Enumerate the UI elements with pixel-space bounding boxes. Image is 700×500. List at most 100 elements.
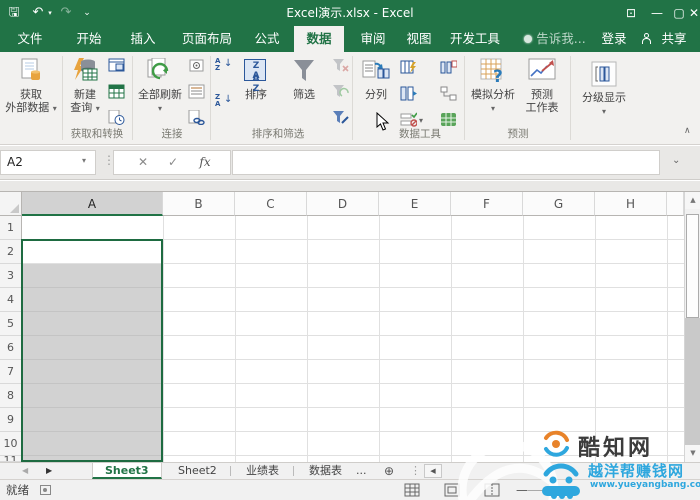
column-header-a[interactable]: A (22, 192, 163, 216)
reapply-filter-icon[interactable] (332, 84, 349, 99)
new-sheet-icon[interactable]: ⊕ (384, 463, 394, 479)
what-if-analysis-label: 模拟分析 (471, 88, 515, 101)
relationships-icon[interactable] (440, 86, 457, 101)
row-header-1[interactable]: 1 (0, 216, 22, 240)
sort-button[interactable]: Z A A Z 排序 (236, 55, 276, 133)
sheet-tabs-more[interactable]: ... (352, 463, 371, 479)
window-title: Excel演示.xlsx - Excel (286, 6, 414, 20)
what-if-analysis-button[interactable]: ? 模拟分析 ▾ (468, 55, 518, 133)
zoom-out-icon[interactable]: — (516, 480, 528, 500)
recent-sources-icon[interactable] (108, 110, 125, 125)
sheet-tab-yejibiao[interactable]: 业绩表 (234, 463, 291, 479)
tab-view[interactable]: 视图 (396, 26, 442, 52)
select-all-button[interactable] (0, 192, 22, 216)
insert-function-icon[interactable]: fx (190, 151, 220, 174)
from-table-icon[interactable] (108, 84, 125, 99)
page-layout-view-icon[interactable] (444, 483, 460, 497)
maximize-icon[interactable]: ▢ (668, 0, 690, 26)
tab-developer[interactable]: 开发工具 (442, 26, 508, 52)
connection-properties-icon[interactable] (188, 58, 205, 73)
tab-home[interactable]: 开始 (66, 26, 112, 52)
row-header-3[interactable]: 3 (0, 264, 22, 288)
clear-filter-icon[interactable] (332, 58, 349, 73)
refresh-all-button[interactable]: 全部刷新 ▾ (136, 55, 184, 133)
forecast-sheet-button[interactable]: 预测 工作表 (520, 55, 564, 133)
data-validation-button[interactable]: ▾ (400, 112, 424, 127)
row-header-8[interactable]: 8 (0, 384, 22, 408)
page-break-view-icon[interactable] (484, 483, 500, 497)
scrollbar-thumb[interactable] (686, 214, 699, 318)
formula-input[interactable] (232, 150, 660, 175)
scroll-up-icon[interactable]: ▲ (685, 192, 700, 209)
row-header-10[interactable]: 10 (0, 432, 22, 456)
active-selection-border[interactable] (21, 239, 163, 462)
row-header-5[interactable]: 5 (0, 312, 22, 336)
sheet-nav-left-icon[interactable]: ◀ (22, 463, 28, 479)
row-header-2[interactable]: 2 (0, 240, 22, 264)
scrollbar-track[interactable] (685, 318, 700, 445)
sheetbar-splitter-icon[interactable]: ⋮ (410, 464, 421, 477)
row-header-7[interactable]: 7 (0, 360, 22, 384)
edit-links-icon[interactable] (188, 110, 205, 125)
collapse-ribbon-icon[interactable]: ∧ (684, 126, 691, 136)
workbook-connections-icon[interactable] (188, 84, 205, 99)
column-header-d[interactable]: D (307, 192, 379, 216)
column-header-f[interactable]: F (451, 192, 523, 216)
forecast-sheet-label-1: 预测 (531, 88, 553, 101)
row-header-4[interactable]: 4 (0, 288, 22, 312)
cancel-entry-icon[interactable]: ✕ (128, 151, 158, 174)
sheet-tab-sheet2[interactable]: Sheet2 (166, 463, 229, 479)
outline-dropdown-icon: ▾ (601, 107, 606, 116)
vertical-scrollbar[interactable]: ▲ ▼ (684, 192, 700, 462)
close-icon[interactable]: ✕ (688, 0, 700, 26)
column-header-h[interactable]: H (595, 192, 667, 216)
column-header-b[interactable]: B (163, 192, 235, 216)
sheet-tab-sheet3[interactable]: Sheet3 (92, 463, 162, 479)
filter-button[interactable]: 筛选 (282, 55, 326, 133)
consolidate-icon[interactable] (440, 60, 457, 75)
row-header-9[interactable]: 9 (0, 408, 22, 432)
name-box-dropdown-icon[interactable]: ▾ (82, 156, 86, 165)
column-header-e[interactable]: E (379, 192, 451, 216)
outline-group-button[interactable]: 分级显示 ▾ (576, 55, 632, 133)
tab-data[interactable]: 数据 (294, 26, 344, 52)
cell-a1[interactable]: 只能录入日期 (22, 216, 163, 240)
tab-file[interactable]: 文件 (8, 26, 52, 52)
share-button[interactable]: 共享 (654, 26, 694, 52)
row-header-6[interactable]: 6 (0, 336, 22, 360)
remove-duplicates-icon[interactable] (400, 86, 417, 101)
new-query-button[interactable]: 新建 查询 ▾ (65, 55, 105, 133)
tab-page-layout[interactable]: 页面布局 (174, 26, 240, 52)
ribbon-display-options-icon[interactable]: ⊡ (620, 0, 642, 26)
sort-ascending-icon[interactable]: A Z ↓ (215, 58, 233, 88)
hscroll-left-icon[interactable]: ◀ (424, 464, 442, 478)
column-header-g[interactable]: G (523, 192, 595, 216)
tab-formulas[interactable]: 公式 (244, 26, 290, 52)
flash-fill-icon[interactable] (400, 60, 417, 75)
sign-in-link[interactable]: 登录 (596, 26, 632, 52)
sheet-nav-right-icon[interactable]: ▶ (46, 463, 52, 479)
minimize-icon[interactable]: — (646, 0, 668, 26)
group-label-connections: 连接 (161, 128, 183, 140)
sort-descending-icon[interactable]: Z A ↓ (215, 94, 233, 124)
expand-formula-bar-icon[interactable]: ⌄ (672, 155, 680, 166)
get-external-data-button[interactable]: 获取 外部数据 ▾ (2, 55, 60, 133)
tab-review[interactable]: 审阅 (350, 26, 396, 52)
mouse-cursor (376, 112, 390, 131)
sort-icon: Z A A Z (243, 58, 269, 94)
sheet-tab-shujubiao[interactable]: 数据表 (297, 463, 354, 479)
what-if-analysis-icon: ? (480, 58, 503, 84)
manage-data-model-icon[interactable] (440, 112, 457, 127)
tab-tell-me[interactable]: 告诉我... (534, 26, 588, 52)
sort-icon-row2: A Z (252, 71, 263, 94)
spreadsheet-grid[interactable]: A B C D E F G H 1 2 3 4 5 6 7 8 9 10 11 … (0, 181, 700, 462)
normal-view-icon[interactable] (404, 483, 420, 497)
advanced-filter-icon[interactable] (332, 110, 349, 125)
kuzhi-logo-icon (544, 430, 569, 457)
enter-entry-icon[interactable]: ✓ (158, 151, 188, 174)
column-header-c[interactable]: C (235, 192, 307, 216)
macro-record-icon[interactable] (40, 485, 51, 495)
new-query-label-2: 查询 (70, 101, 93, 114)
tab-insert[interactable]: 插入 (120, 26, 166, 52)
web-query-icon[interactable] (108, 58, 125, 73)
